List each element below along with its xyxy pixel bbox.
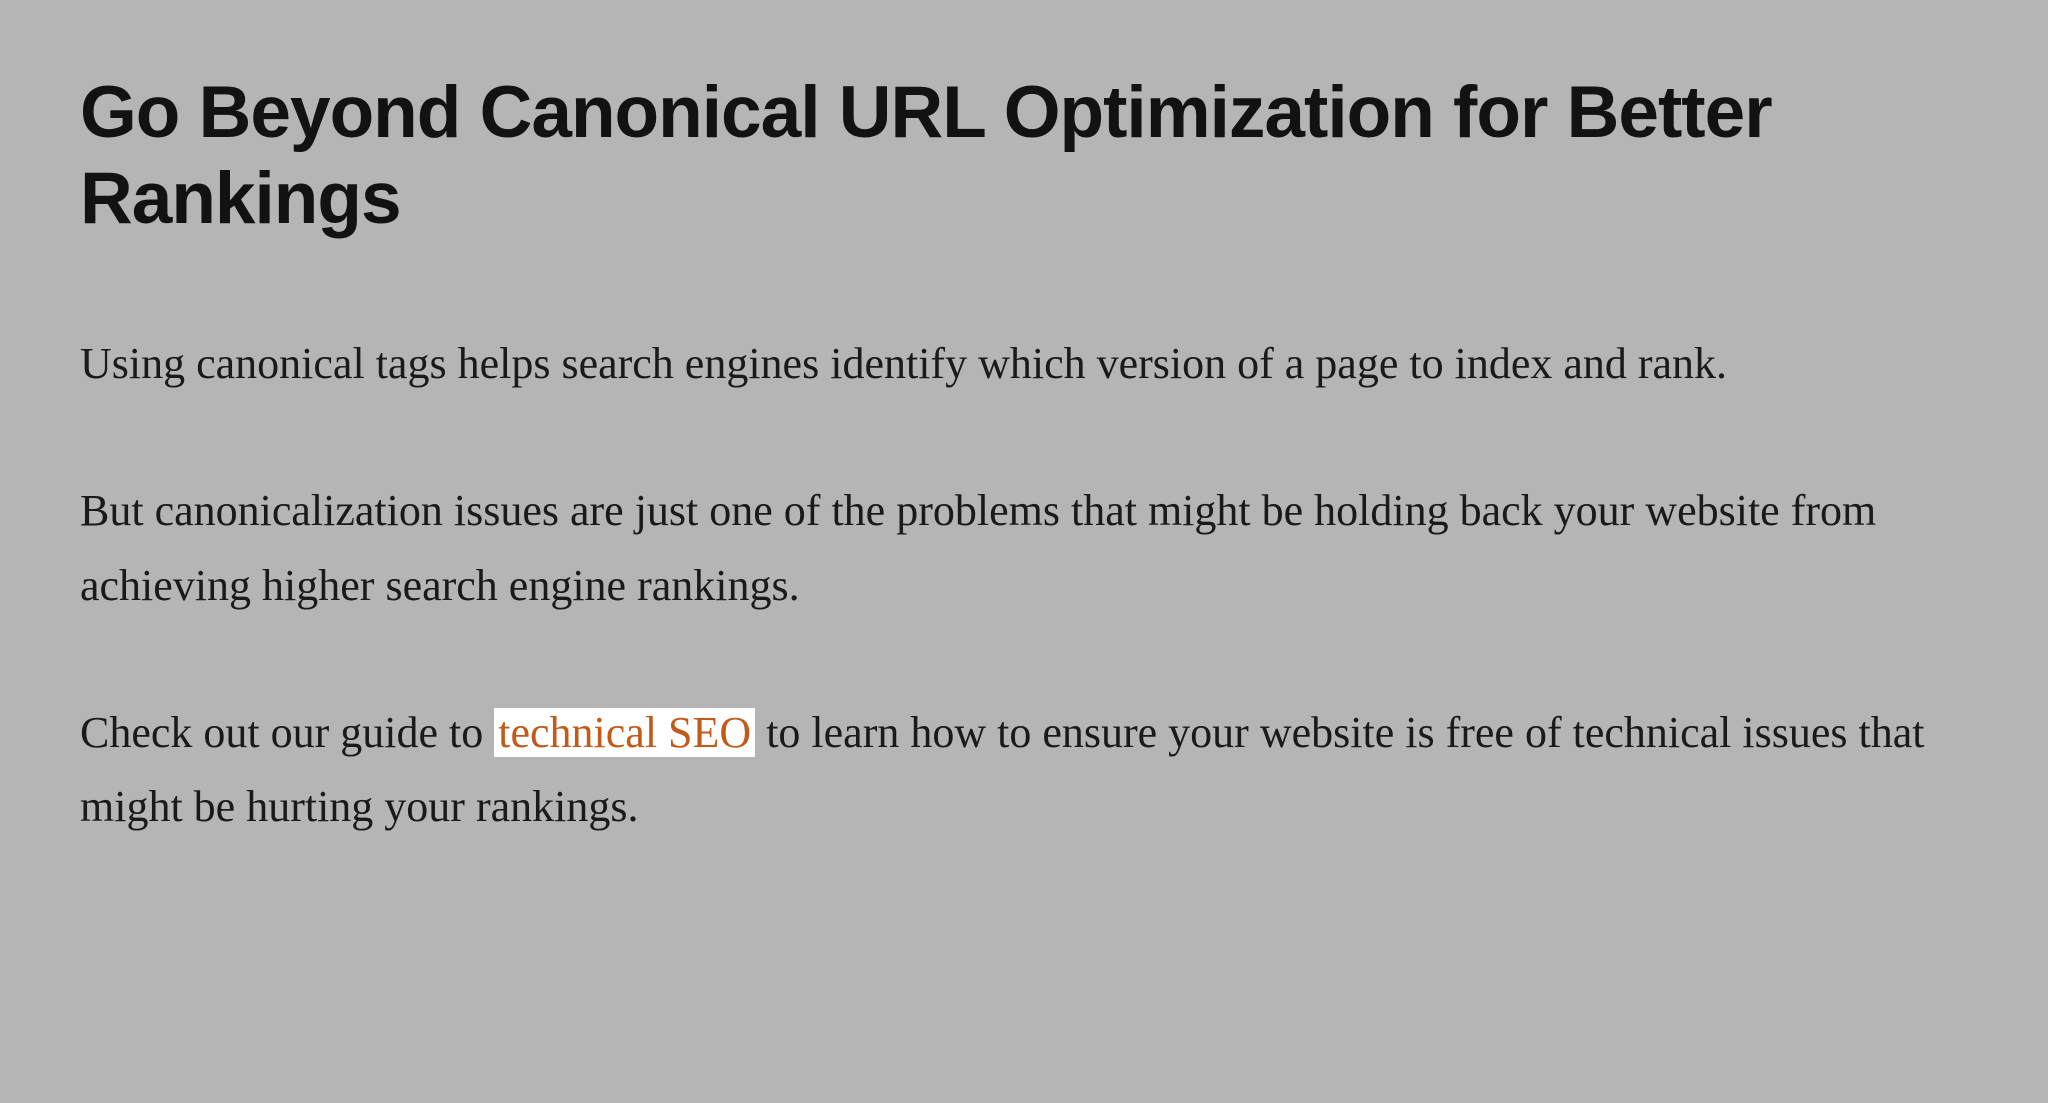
article-heading: Go Beyond Canonical URL Optimization for… — [80, 70, 1968, 242]
paragraph-3-pre: Check out our guide to — [80, 708, 494, 757]
paragraph-1: Using canonical tags helps search engine… — [80, 327, 1968, 402]
paragraph-2: But canonicalization issues are just one… — [80, 474, 1968, 624]
paragraph-3: Check out our guide to technical SEO to … — [80, 696, 1968, 846]
technical-seo-link[interactable]: technical SEO — [494, 708, 755, 757]
